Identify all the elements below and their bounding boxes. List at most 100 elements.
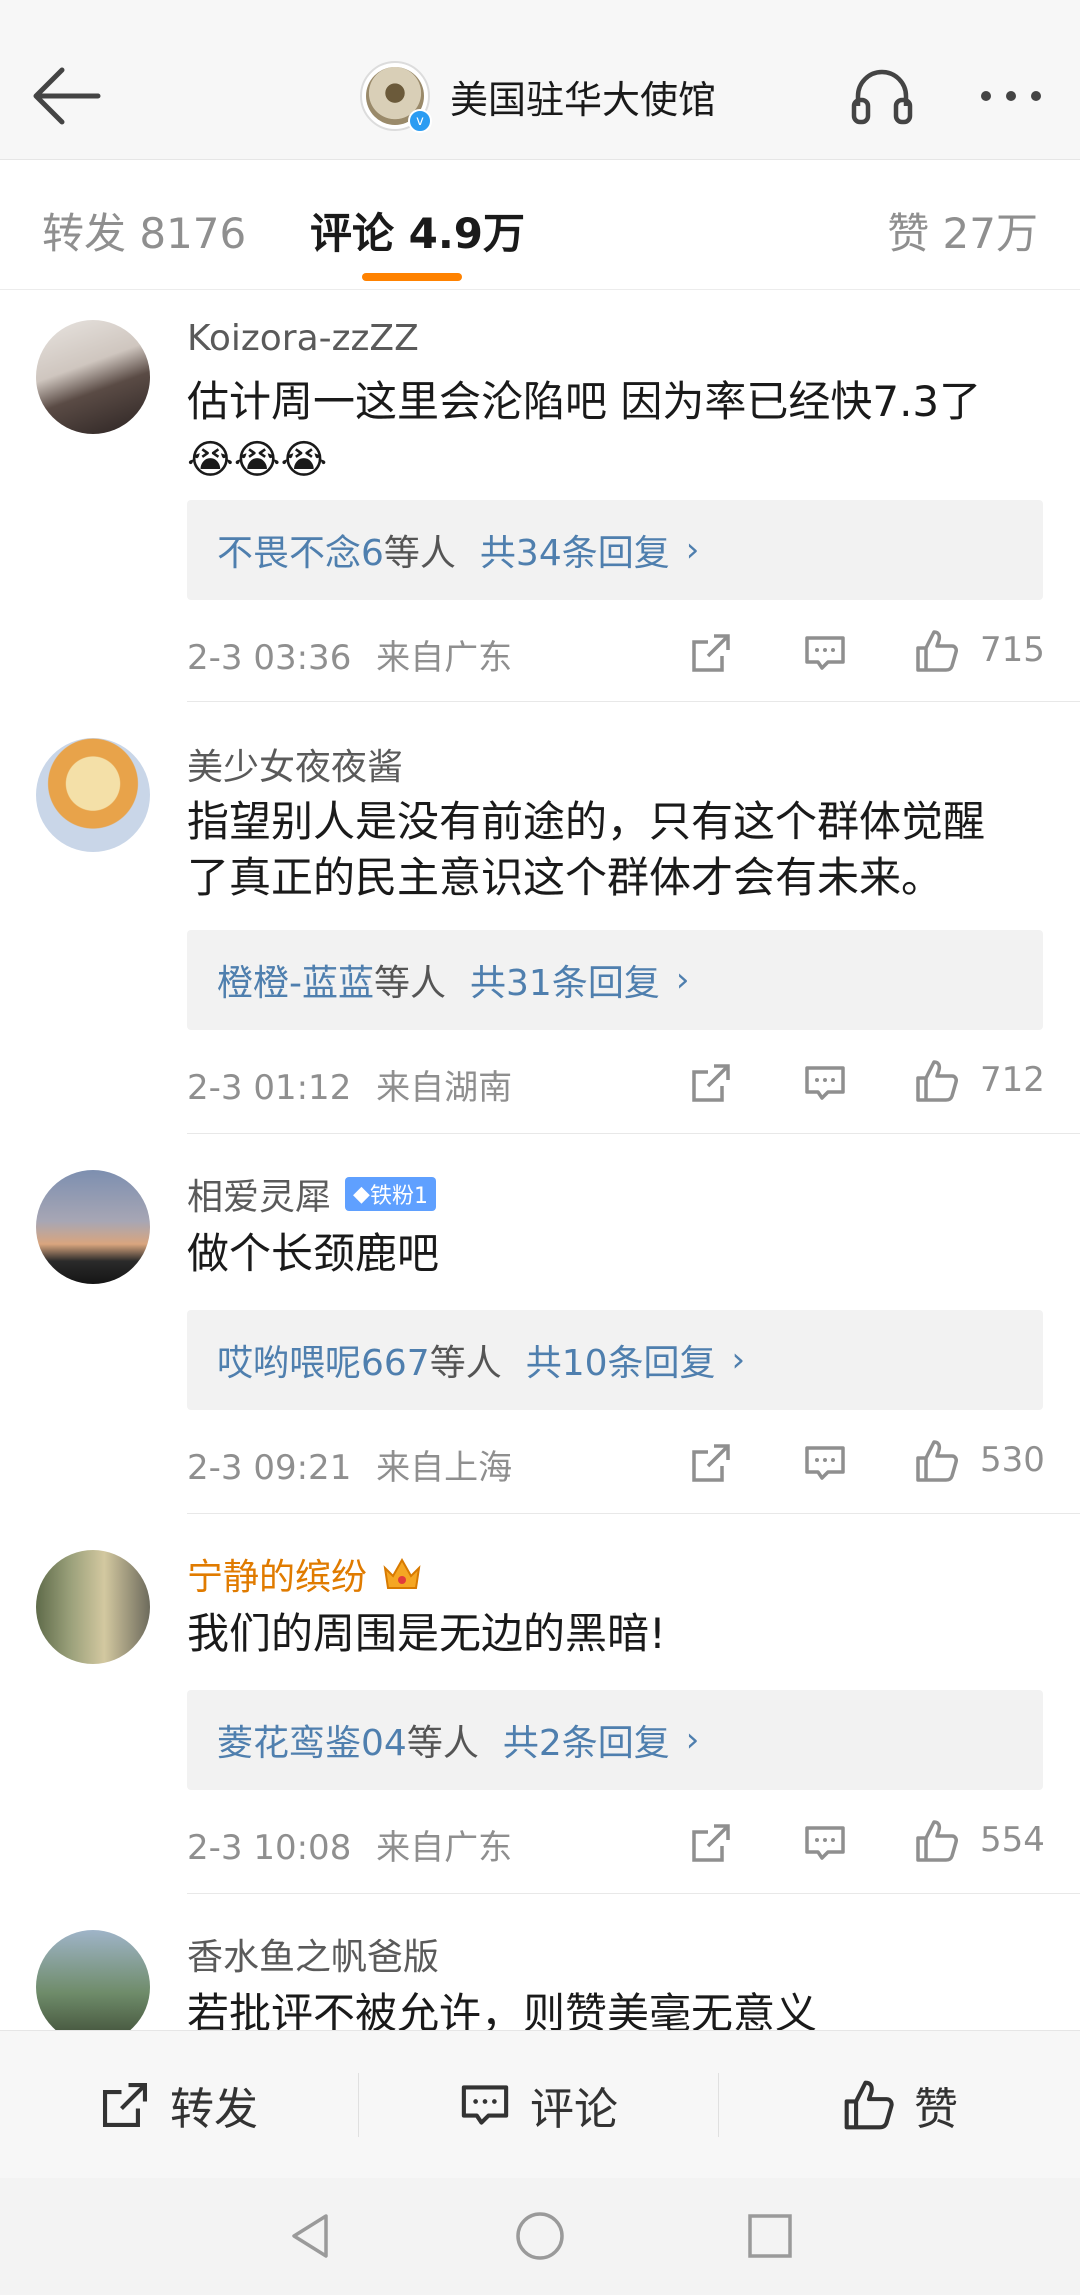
comment-text: 若批评不被允许，则赞美毫无意义	[187, 1989, 818, 2030]
comment-item: Koizora-zzZZ 估计周一这里会沦陷吧 因为率已经快7.3了 😭😭😭 不…	[0, 290, 1080, 702]
repost-button[interactable]: 转发	[98, 2031, 258, 2179]
chevron-right-icon: ›	[685, 1720, 700, 1760]
comment-username: 宁静的缤纷	[187, 1548, 423, 1600]
avatar[interactable]	[36, 1550, 150, 1664]
comment-item: 相爱灵犀 ◆ 铁粉1 做个长颈鹿吧 哎哟喂呢667 等人 共10条回复 › 2-…	[0, 1134, 1080, 1514]
reply-user-names[interactable]: 橙橙-蓝蓝	[217, 954, 374, 1006]
reply-total-link[interactable]: 共34条回复	[480, 524, 670, 576]
nav-recents-icon[interactable]	[742, 2208, 798, 2264]
comment-username: 相爱灵犀 ◆ 铁粉1	[187, 1168, 436, 1220]
comment-button[interactable]: 评论	[458, 2031, 618, 2179]
avatar[interactable]	[36, 320, 150, 434]
like-count: 712	[980, 1060, 1045, 1100]
reply-user-names[interactable]: 菱花鸾鉴04	[217, 1714, 407, 1766]
thumbs-up-icon[interactable]	[914, 628, 960, 674]
active-tab-indicator	[362, 273, 462, 281]
comment-icon	[461, 2085, 509, 2125]
comment-time: 2-3 10:08	[187, 1828, 352, 1868]
account-title[interactable]: v 美国驻华大使馆	[360, 60, 716, 133]
comment-meta: 2-3 01:12 来自湖南	[187, 1060, 512, 1109]
thumbs-up-icon[interactable]	[914, 1058, 960, 1104]
share-icon[interactable]	[688, 630, 734, 676]
comment-icon[interactable]	[802, 1060, 848, 1106]
thumbs-up-icon[interactable]	[914, 1818, 960, 1864]
nav-back-icon[interactable]	[282, 2208, 338, 2264]
comment-username[interactable]: 香水鱼之帆爸版	[187, 1928, 439, 1980]
tab-repost[interactable]: 转发 8176	[42, 200, 246, 261]
comment-time: 2-3 01:12	[187, 1068, 352, 1108]
avatar[interactable]	[36, 1930, 150, 2030]
avatar[interactable]	[36, 1170, 150, 1284]
fan-level-badge: ◆ 铁粉1	[345, 1177, 436, 1211]
comment-meta: 2-3 03:36 来自广东	[187, 630, 512, 679]
thumbs-up-icon	[844, 2080, 894, 2130]
comment-time: 2-3 09:21	[187, 1448, 352, 1488]
reply-total-link[interactable]: 共2条回复	[503, 1714, 670, 1766]
nav-home-icon[interactable]	[512, 2208, 568, 2264]
divider	[358, 2073, 359, 2137]
chevron-right-icon: ›	[685, 530, 700, 570]
share-icon[interactable]	[688, 1440, 734, 1486]
comment-time: 2-3 03:36	[187, 638, 352, 678]
comment-text: 了真正的民主意识这个群体才会有未来。	[187, 853, 944, 902]
comment-meta: 2-3 10:08 来自广东	[187, 1820, 512, 1869]
reply-others-label: 等人	[383, 533, 456, 574]
reply-others-label: 等人	[374, 963, 447, 1004]
comment-icon[interactable]	[802, 1820, 848, 1866]
divider	[718, 2073, 719, 2137]
back-arrow-icon[interactable]	[28, 58, 104, 134]
comment-username[interactable]: Koizora-zzZZ	[187, 318, 419, 359]
like-count: 715	[980, 630, 1045, 670]
comment-item: 宁静的缤纷 我们的周围是无边的黑暗! 菱花鸾鉴04 等人 共2条回复 › 2-3…	[0, 1514, 1080, 1894]
verified-badge-icon: v	[408, 109, 432, 133]
avatar[interactable]	[36, 738, 150, 852]
reply-user-names[interactable]: 不畏不念6	[217, 524, 384, 576]
comment-item: 美少女夜夜酱 指望别人是没有前途的，只有这个群体觉醒 了真正的民主意识这个群体才…	[0, 702, 1080, 1134]
account-name[interactable]: 美国驻华大使馆	[450, 69, 716, 124]
comment-location: 来自广东	[376, 1828, 513, 1868]
comment-text: 做个长颈鹿吧	[187, 1229, 440, 1278]
top-bar: v 美国驻华大使馆	[0, 0, 1080, 160]
comment-location: 来自上海	[376, 1448, 513, 1488]
like-label: 赞	[914, 2084, 958, 2135]
chevron-right-icon: ›	[731, 1340, 746, 1380]
comment-text: 估计周一这里会沦陷吧 因为率已经快7.3了	[187, 377, 982, 426]
comment-item: 香水鱼之帆爸版 若批评不被允许，则赞美毫无意义	[0, 1894, 1080, 2030]
like-button[interactable]: 赞	[842, 2031, 958, 2179]
reply-summary[interactable]: 橙橙-蓝蓝 等人 共31条回复 ›	[187, 930, 1043, 1030]
fan-badge-label: 铁粉1	[369, 1184, 428, 1209]
comment-location: 来自广东	[376, 638, 513, 678]
bottom-action-bar: 转发 评论 赞	[0, 2030, 1080, 2178]
reply-summary[interactable]: 哎哟喂呢667 等人 共10条回复 ›	[187, 1310, 1043, 1410]
more-dots-icon[interactable]	[976, 66, 1046, 126]
comment-username[interactable]: 美少女夜夜酱	[187, 738, 403, 790]
reply-others-label: 等人	[429, 1343, 502, 1384]
repost-label: 转发	[170, 2084, 258, 2135]
like-count: 554	[980, 1820, 1045, 1860]
comment-meta: 2-3 09:21 来自上海	[187, 1440, 512, 1489]
comment-username-text[interactable]: 宁静的缤纷	[187, 1548, 367, 1600]
reply-total-link[interactable]: 共10条回复	[526, 1334, 716, 1386]
reply-summary[interactable]: 不畏不念6 等人 共34条回复 ›	[187, 500, 1043, 600]
reply-total-link[interactable]: 共31条回复	[470, 954, 660, 1006]
tab-comment[interactable]: 评论 4.9万	[310, 200, 525, 261]
like-count: 530	[980, 1440, 1045, 1480]
headphones-icon[interactable]	[848, 62, 916, 130]
thumbs-up-icon[interactable]	[914, 1438, 960, 1484]
comment-username-text[interactable]: 相爱灵犀	[187, 1168, 331, 1220]
tab-bar: 转发 8176 评论 4.9万 赞 27万	[0, 160, 1080, 290]
comment-icon[interactable]	[802, 1440, 848, 1486]
reply-user-names[interactable]: 哎哟喂呢667	[217, 1334, 430, 1386]
reply-others-label: 等人	[406, 1723, 479, 1764]
comment-text: 我们的周围是无边的黑暗!	[187, 1609, 666, 1658]
tab-like[interactable]: 赞 27万	[887, 200, 1038, 261]
account-avatar[interactable]: v	[360, 61, 432, 133]
comment-icon[interactable]	[802, 630, 848, 676]
share-icon[interactable]	[688, 1820, 734, 1866]
chevron-right-icon: ›	[675, 960, 690, 1000]
share-icon[interactable]	[688, 1060, 734, 1106]
crying-emoji-icon: 😭😭😭	[187, 437, 328, 483]
reply-summary[interactable]: 菱花鸾鉴04 等人 共2条回复 ›	[187, 1690, 1043, 1790]
system-nav-bar	[0, 2178, 1080, 2295]
comment-text: 指望别人是没有前途的，只有这个群体觉醒	[187, 797, 986, 846]
